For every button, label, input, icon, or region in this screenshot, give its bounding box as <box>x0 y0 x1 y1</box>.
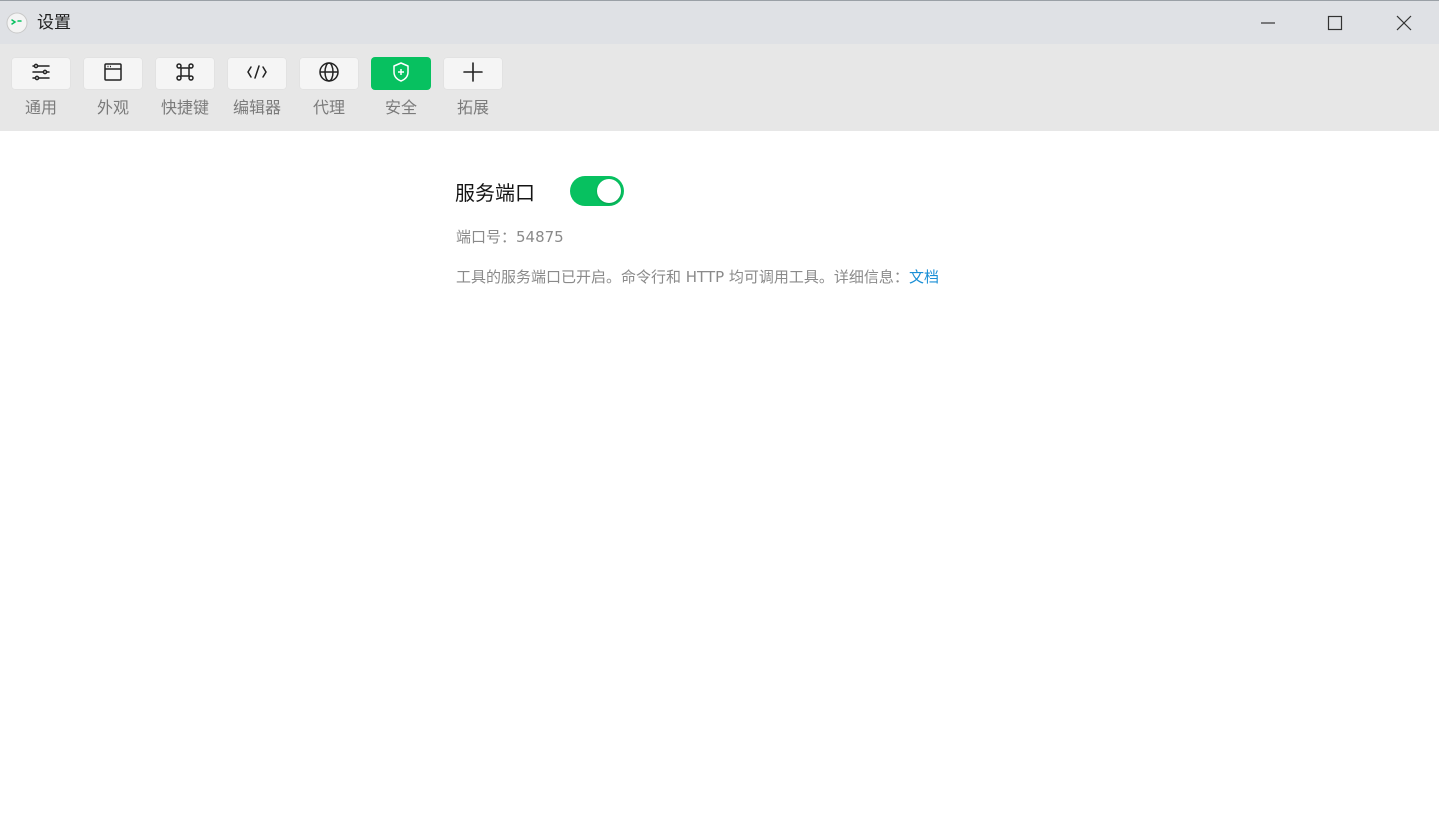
app-logo-icon <box>6 12 28 34</box>
tab-proxy[interactable]: 代理 <box>299 57 359 123</box>
close-icon <box>1396 15 1412 31</box>
port-number-label: 端口号：54875 <box>456 228 564 246</box>
settings-toolbar: 通用 外观 快捷键 编辑器 代理 安全 拓展 <box>0 44 1439 131</box>
tab-shortcuts-label: 快捷键 <box>160 98 209 117</box>
tab-extensions[interactable]: 拓展 <box>443 57 503 123</box>
service-port-description: 工具的服务端口已开启。命令行和 HTTP 均可调用工具。详细信息：文档 <box>456 267 939 287</box>
service-port-title: 服务端口 <box>455 181 535 205</box>
tab-security-button[interactable] <box>371 57 431 90</box>
globe-icon <box>318 61 340 87</box>
tab-appearance-button[interactable] <box>83 57 143 90</box>
toggle-knob <box>597 179 621 203</box>
maximize-icon <box>1327 15 1343 31</box>
plus-icon <box>462 61 484 87</box>
close-button[interactable] <box>1370 1 1438 44</box>
command-key-icon <box>174 61 196 87</box>
settings-window: 设置 通用 外观 快捷键 编辑器 代理 安全 拓展 服务端口 端口号：54875… <box>0 0 1439 840</box>
tab-general[interactable]: 通用 <box>11 57 71 123</box>
tab-appearance[interactable]: 外观 <box>83 57 143 123</box>
window-icon <box>102 61 124 87</box>
sliders-icon <box>30 61 52 87</box>
tab-proxy-label: 代理 <box>312 98 345 117</box>
maximize-button[interactable] <box>1301 1 1369 44</box>
minimize-icon <box>1260 15 1276 31</box>
description-text: 工具的服务端口已开启。命令行和 HTTP 均可调用工具。详细信息： <box>456 268 909 286</box>
tab-shortcuts[interactable]: 快捷键 <box>155 57 215 123</box>
window-title: 设置 <box>37 13 71 33</box>
minimize-button[interactable] <box>1234 1 1302 44</box>
title-bar: 设置 <box>0 0 1439 44</box>
code-icon <box>245 61 269 87</box>
tab-editor-button[interactable] <box>227 57 287 90</box>
tab-general-label: 通用 <box>24 98 57 117</box>
tab-editor[interactable]: 编辑器 <box>227 57 287 123</box>
settings-content: 服务端口 端口号：54875 工具的服务端口已开启。命令行和 HTTP 均可调用… <box>0 131 1439 840</box>
tab-extensions-label: 拓展 <box>456 98 489 117</box>
tab-editor-label: 编辑器 <box>232 98 281 117</box>
shield-icon <box>390 61 412 87</box>
docs-link[interactable]: 文档 <box>909 268 939 286</box>
tab-appearance-label: 外观 <box>96 98 129 117</box>
tab-shortcuts-button[interactable] <box>155 57 215 90</box>
tab-security[interactable]: 安全 <box>371 57 431 123</box>
tab-extensions-button[interactable] <box>443 57 503 90</box>
tab-proxy-button[interactable] <box>299 57 359 90</box>
service-port-toggle[interactable] <box>570 176 624 206</box>
tab-general-button[interactable] <box>11 57 71 90</box>
tab-security-label: 安全 <box>384 98 417 117</box>
